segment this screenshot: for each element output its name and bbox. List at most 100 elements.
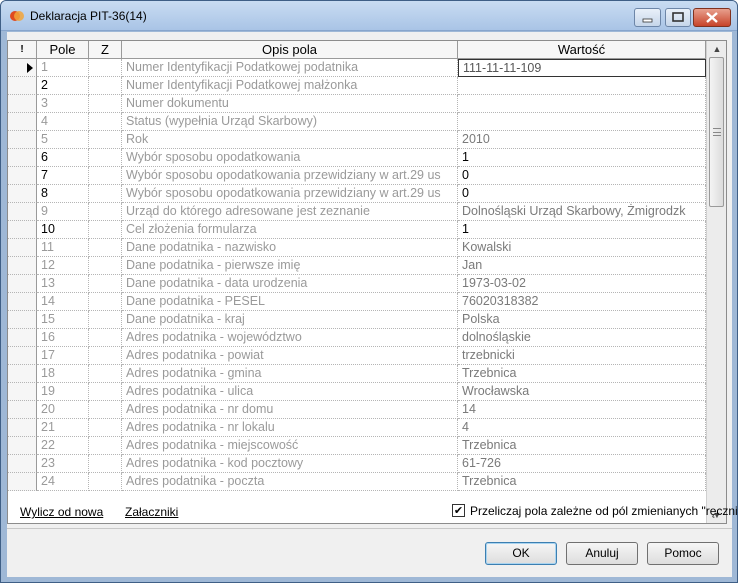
row-indicator[interactable] — [8, 383, 37, 401]
cell-wartosc[interactable]: 14 — [458, 401, 706, 419]
minimize-button[interactable] — [634, 8, 661, 27]
table-row[interactable]: 4Status (wypełnia Urząd Skarbowy) — [8, 113, 706, 131]
app-logo-icon — [9, 9, 25, 23]
cell-z — [89, 257, 122, 275]
fields-grid[interactable]: ! Pole Z Opis pola Wartość 1Numer Identy… — [7, 40, 727, 524]
table-row[interactable]: 2Numer Identyfikacji Podatkowej małżonka — [8, 77, 706, 95]
row-indicator[interactable] — [8, 455, 37, 473]
row-indicator[interactable] — [8, 167, 37, 185]
cell-wartosc[interactable]: Trzebnica — [458, 437, 706, 455]
table-row[interactable]: 13Dane podatnika - data urodzenia1973-03… — [8, 275, 706, 293]
cell-wartosc[interactable]: 76020318382 — [458, 293, 706, 311]
recalculate-link[interactable]: Wylicz od nowa — [20, 505, 103, 519]
cell-wartosc[interactable]: 111-11-11-109 — [458, 59, 706, 77]
row-indicator[interactable] — [8, 113, 37, 131]
cell-z — [89, 149, 122, 167]
table-row[interactable]: 20Adres podatnika - nr domu14 — [8, 401, 706, 419]
row-indicator[interactable] — [8, 239, 37, 257]
row-indicator[interactable] — [8, 131, 37, 149]
ok-button[interactable]: OK — [485, 542, 557, 565]
vertical-scrollbar[interactable]: ▲ ▼ — [706, 41, 726, 523]
cell-wartosc[interactable] — [458, 113, 706, 131]
scroll-up-arrow-icon[interactable]: ▲ — [707, 41, 727, 57]
row-indicator[interactable] — [8, 401, 37, 419]
table-row[interactable]: 7Wybór sposobu opodatkowania przewidzian… — [8, 167, 706, 185]
cell-wartosc[interactable]: Wrocławska — [458, 383, 706, 401]
table-row[interactable]: 18Adres podatnika - gminaTrzebnica — [8, 365, 706, 383]
cell-wartosc[interactable]: Kowalski — [458, 239, 706, 257]
table-row[interactable]: 5Rok2010 — [8, 131, 706, 149]
row-indicator[interactable] — [8, 329, 37, 347]
cell-wartosc[interactable]: 1973-03-02 — [458, 275, 706, 293]
cell-opis: Numer dokumentu — [122, 95, 458, 113]
maximize-button[interactable] — [665, 8, 691, 27]
cell-wartosc[interactable]: Dolnośląski Urząd Skarbowy, Żmigrodzk — [458, 203, 706, 221]
table-row[interactable]: 14Dane podatnika - PESEL76020318382 — [8, 293, 706, 311]
cell-wartosc[interactable]: 1 — [458, 221, 706, 239]
table-row[interactable]: 10Cel złożenia formularza1 — [8, 221, 706, 239]
cell-wartosc[interactable]: Trzebnica — [458, 473, 706, 491]
row-indicator[interactable] — [8, 437, 37, 455]
column-header-z[interactable]: Z — [89, 41, 122, 59]
table-row[interactable]: 15Dane podatnika - krajPolska — [8, 311, 706, 329]
cell-wartosc[interactable]: 0 — [458, 167, 706, 185]
row-indicator[interactable] — [8, 59, 37, 77]
table-row[interactable]: 19Adres podatnika - ulicaWrocławska — [8, 383, 706, 401]
row-indicator[interactable] — [8, 347, 37, 365]
close-button[interactable] — [693, 8, 731, 27]
table-row[interactable]: 3Numer dokumentu — [8, 95, 706, 113]
column-header-opis[interactable]: Opis pola — [122, 41, 458, 59]
row-indicator[interactable] — [8, 203, 37, 221]
table-row[interactable]: 17Adres podatnika - powiattrzebnicki — [8, 347, 706, 365]
table-row[interactable]: 1Numer Identyfikacji Podatkowej podatnik… — [8, 59, 706, 77]
table-row[interactable]: 22Adres podatnika - miejscowośćTrzebnica — [8, 437, 706, 455]
cell-wartosc[interactable]: 1 — [458, 149, 706, 167]
cell-wartosc[interactable]: trzebnicki — [458, 347, 706, 365]
grip-icon — [713, 128, 721, 136]
cell-pole: 12 — [37, 257, 89, 275]
checkbox-checkmark-icon[interactable]: ✔ — [452, 504, 465, 517]
row-indicator[interactable] — [8, 95, 37, 113]
cell-wartosc[interactable]: Trzebnica — [458, 365, 706, 383]
cell-wartosc[interactable]: 61-726 — [458, 455, 706, 473]
dialog-window: Deklaracja PIT-36(14) ! Pole Z Opis pola… — [0, 0, 738, 583]
table-row[interactable]: 23Adres podatnika - kod pocztowy61-726 — [8, 455, 706, 473]
row-indicator[interactable] — [8, 473, 37, 491]
row-indicator[interactable] — [8, 77, 37, 95]
table-row[interactable]: 9Urząd do którego adresowane jest zeznan… — [8, 203, 706, 221]
row-indicator[interactable] — [8, 221, 37, 239]
table-row[interactable]: 6Wybór sposobu opodatkowania1 — [8, 149, 706, 167]
cancel-button[interactable]: Anuluj — [566, 542, 638, 565]
table-row[interactable]: 12Dane podatnika - pierwsze imięJan — [8, 257, 706, 275]
help-button[interactable]: Pomoc — [647, 542, 719, 565]
column-header-pole[interactable]: Pole — [37, 41, 89, 59]
cell-wartosc[interactable] — [458, 77, 706, 95]
row-indicator[interactable] — [8, 311, 37, 329]
cell-z — [89, 275, 122, 293]
title-bar[interactable]: Deklaracja PIT-36(14) — [1, 1, 737, 31]
cell-wartosc[interactable]: 4 — [458, 419, 706, 437]
cell-wartosc[interactable]: Jan — [458, 257, 706, 275]
table-row[interactable]: 21Adres podatnika - nr lokalu4 — [8, 419, 706, 437]
column-header-wartosc[interactable]: Wartość — [458, 41, 706, 59]
row-indicator[interactable] — [8, 275, 37, 293]
cell-wartosc[interactable]: dolnośląskie — [458, 329, 706, 347]
indicator-column-header[interactable]: ! — [8, 41, 37, 59]
attachments-link[interactable]: Załaczniki — [125, 505, 178, 519]
table-row[interactable]: 8Wybór sposobu opodatkowania przewidzian… — [8, 185, 706, 203]
table-row[interactable]: 11Dane podatnika - nazwiskoKowalski — [8, 239, 706, 257]
cell-pole: 23 — [37, 455, 89, 473]
scrollbar-thumb[interactable] — [709, 57, 724, 207]
table-row[interactable]: 24Adres podatnika - pocztaTrzebnica — [8, 473, 706, 491]
row-indicator[interactable] — [8, 419, 37, 437]
cell-wartosc[interactable] — [458, 95, 706, 113]
cell-wartosc[interactable]: 2010 — [458, 131, 706, 149]
cell-wartosc[interactable]: Polska — [458, 311, 706, 329]
table-row[interactable]: 16Adres podatnika - województwodolnośląs… — [8, 329, 706, 347]
row-indicator[interactable] — [8, 293, 37, 311]
row-indicator[interactable] — [8, 365, 37, 383]
cell-wartosc[interactable]: 0 — [458, 185, 706, 203]
row-indicator[interactable] — [8, 185, 37, 203]
row-indicator[interactable] — [8, 257, 37, 275]
row-indicator[interactable] — [8, 149, 37, 167]
